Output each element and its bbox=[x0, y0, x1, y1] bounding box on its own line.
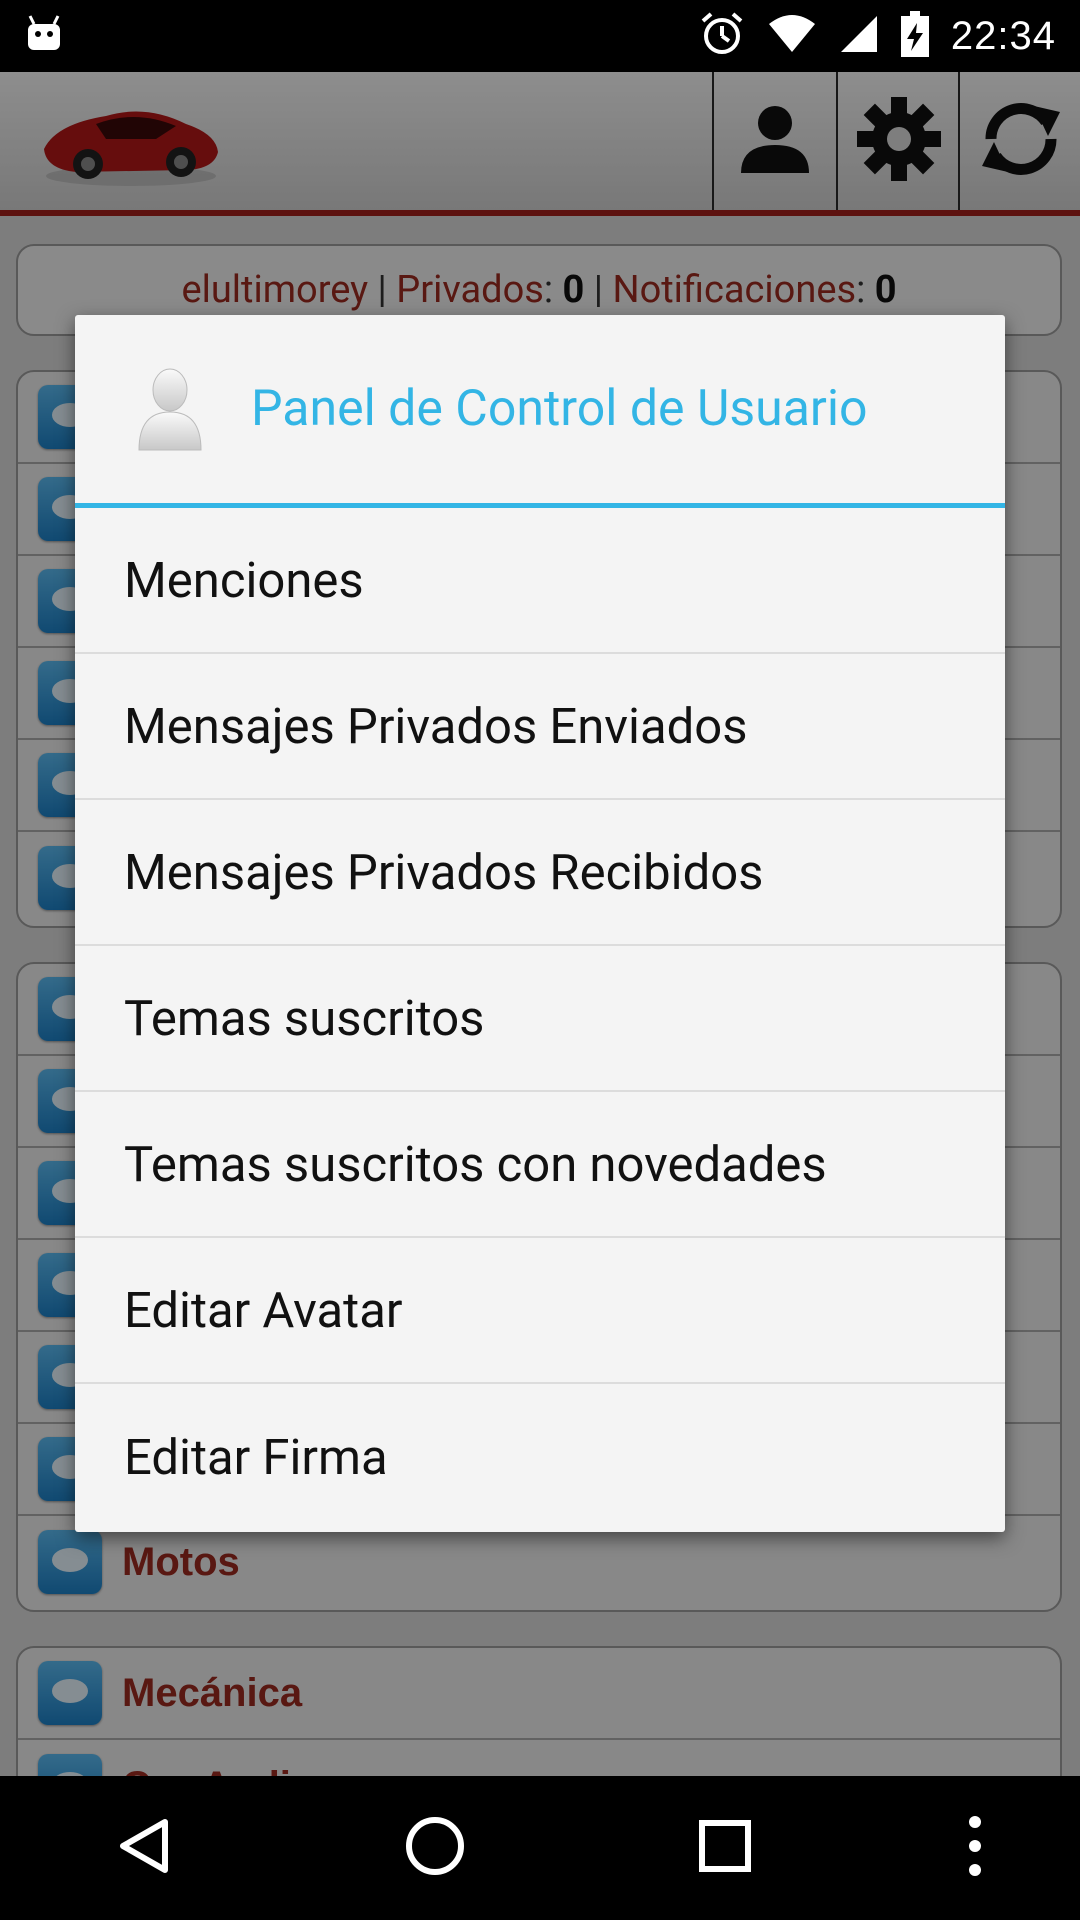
status-time: 22:34 bbox=[950, 13, 1056, 58]
dialog-title: Panel de Control de Usuario bbox=[251, 380, 868, 438]
wifi-icon bbox=[767, 14, 817, 58]
back-icon bbox=[115, 1816, 175, 1880]
more-vert-icon bbox=[967, 1814, 983, 1882]
alarm-icon bbox=[699, 11, 745, 61]
signal-icon bbox=[839, 14, 879, 58]
menu-item-mensajes-recibidos[interactable]: Mensajes Privados Recibidos bbox=[75, 800, 1005, 946]
overflow-menu-button[interactable] bbox=[935, 1788, 1015, 1908]
menu-item-temas-suscritos[interactable]: Temas suscritos bbox=[75, 946, 1005, 1092]
menu-item-menciones[interactable]: Menciones bbox=[75, 508, 1005, 654]
menu-item-mensajes-enviados[interactable]: Mensajes Privados Enviados bbox=[75, 654, 1005, 800]
home-icon bbox=[403, 1814, 467, 1882]
battery-charging-icon bbox=[900, 11, 929, 61]
menu-item-editar-firma[interactable]: Editar Firma bbox=[75, 1384, 1005, 1530]
dialog-header: Panel de Control de Usuario bbox=[75, 315, 1005, 508]
status-bar: 22:34 bbox=[0, 0, 1080, 72]
back-button[interactable] bbox=[65, 1788, 225, 1908]
system-nav-bar bbox=[0, 1776, 1080, 1920]
menu-item-temas-novedades[interactable]: Temas suscritos con novedades bbox=[75, 1092, 1005, 1238]
android-icon bbox=[24, 14, 64, 58]
user-avatar-icon bbox=[135, 364, 205, 454]
home-button[interactable] bbox=[355, 1788, 515, 1908]
menu-item-editar-avatar[interactable]: Editar Avatar bbox=[75, 1238, 1005, 1384]
recents-icon bbox=[697, 1818, 753, 1878]
user-control-panel-dialog: Panel de Control de Usuario Menciones Me… bbox=[75, 315, 1005, 1532]
recents-button[interactable] bbox=[645, 1788, 805, 1908]
